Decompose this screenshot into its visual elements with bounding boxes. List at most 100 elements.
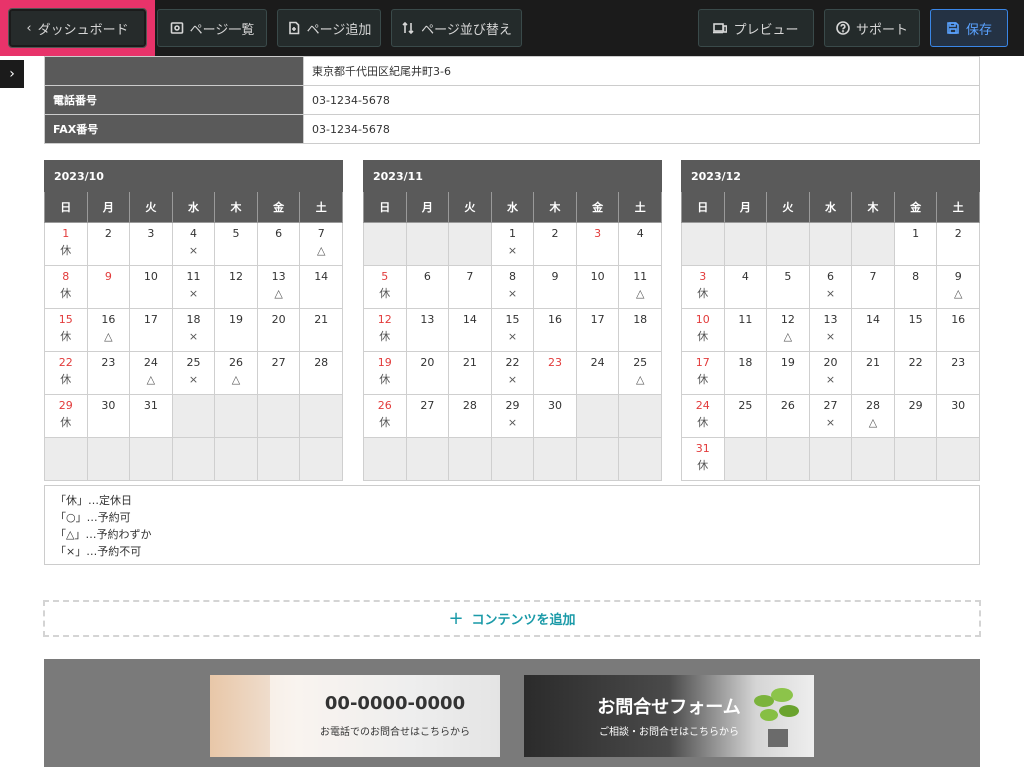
- weekday-header-row: 日月火水木金土: [363, 191, 662, 223]
- day-number: 19: [229, 313, 244, 326]
- day-number: 18: [186, 313, 201, 326]
- day-status-mark: 休: [697, 416, 709, 429]
- calendar-empty-cell: [299, 394, 343, 438]
- calendar-day-cell: 15 ×: [490, 308, 535, 352]
- calendar-day-cell: 22 ×: [490, 351, 535, 395]
- calendar-day-cell: 19: [766, 351, 810, 395]
- day-status-mark: ×: [507, 330, 518, 343]
- calendar-week-row: 3 休 4 5 6 × 7 8 9 △: [681, 265, 980, 309]
- calendar-day-cell: 27 ×: [808, 394, 853, 438]
- support-button[interactable]: サポート: [824, 9, 920, 47]
- page-list-button[interactable]: ページ一覧: [157, 9, 267, 47]
- day-number: 1: [62, 227, 70, 240]
- day-number: 24: [590, 356, 605, 369]
- save-button[interactable]: 保存: [930, 9, 1008, 47]
- calendar-empty-cell: [533, 437, 577, 481]
- calendar-day-cell: 3休: [681, 265, 725, 309]
- day-number: 13: [823, 313, 838, 326]
- day-number: 15: [58, 313, 73, 326]
- calendar-empty-cell: [299, 437, 343, 481]
- day-number: 21: [866, 356, 881, 369]
- calendar-empty-cell: [44, 437, 88, 481]
- calendar-day-cell: 8休: [44, 265, 88, 309]
- calendar-empty-cell: [936, 437, 980, 481]
- day-status-mark: ×: [507, 287, 518, 300]
- calendar-week-row: 17 休 18 19 20 × 21 22 23: [681, 351, 980, 395]
- company-info-table: 東京都千代田区紀尾井町3-6 電話番号 03-1234-5678 FAX番号 0…: [44, 56, 980, 144]
- day-number: 30: [548, 399, 563, 412]
- day-number: 10: [590, 270, 605, 283]
- day-status-mark: 休: [379, 416, 391, 429]
- day-number: 5: [784, 270, 792, 283]
- calendar-day-cell: 31 休: [681, 437, 725, 481]
- calendar-week-row: 12 休 13 14 15 × 16 17 18: [363, 308, 662, 352]
- calendar-day-cell: 17 休: [681, 351, 725, 395]
- calendar-day-cell: 30: [533, 394, 577, 438]
- calendar-empty-cell: [851, 437, 895, 481]
- day-number: 27: [823, 399, 838, 412]
- calendar-day-cell: 26 休: [363, 394, 407, 438]
- calendar-table: 2023/11 日月火水木金土 1 × 2 3 4 5 休 6 7 8 × 9 10 11 △ 12 休 13 14 15…: [363, 160, 662, 481]
- calendar-day-cell: 31: [129, 394, 173, 438]
- day-number: 27: [271, 356, 286, 369]
- calendar-empty-cell: [171, 437, 216, 481]
- table-row: 東京都千代田区紀尾井町3-6: [44, 56, 980, 86]
- phone-value: 03-1234-5678: [303, 85, 980, 115]
- calendar-day-cell: 23: [86, 351, 131, 395]
- weekday-header: 土: [618, 191, 662, 223]
- calendar-day-cell: 29 休: [44, 394, 88, 438]
- preview-button[interactable]: プレビュー: [698, 9, 814, 47]
- footer-area: 00-0000-0000 お電話でのお問合せはこちらから お問合せフォーム ご相…: [44, 659, 980, 767]
- contact-form-banner[interactable]: お問合せフォーム ご相談・お問合せはこちらから: [524, 675, 814, 757]
- calendar-empty-cell: [723, 222, 768, 266]
- add-content-button[interactable]: + コンテンツを追加: [43, 600, 981, 637]
- phone-label: 電話番号: [44, 85, 304, 115]
- calendar-title-row: 2023/12: [681, 160, 980, 192]
- sidebar-toggle-button[interactable]: ›: [0, 60, 24, 88]
- day-status-mark: △: [635, 373, 645, 386]
- calendar-day-cell: 27: [405, 394, 450, 438]
- phone-contact-banner[interactable]: 00-0000-0000 お電話でのお問合せはこちらから: [210, 675, 500, 757]
- calendar-day-cell: 4: [618, 222, 662, 266]
- day-status-mark: ×: [507, 373, 518, 386]
- page-sort-button[interactable]: ページ並び替え: [391, 9, 522, 47]
- day-number: 10: [695, 313, 710, 326]
- day-number: 17: [143, 313, 158, 326]
- day-number: 31: [143, 399, 158, 412]
- calendar-week-row: 1 × 2 3 4: [363, 222, 662, 266]
- calendar-week-row: 22 休 23 24 △ 25 × 26 △ 27 28: [44, 351, 343, 395]
- page-list-icon: [170, 22, 183, 34]
- weekday-header: 水: [808, 191, 853, 223]
- calendar-day-cell: 4: [723, 265, 768, 309]
- calendar-day-cell: 16 △: [86, 308, 131, 352]
- calendar-day-cell: 11 △: [618, 265, 662, 309]
- sort-icon: [402, 21, 414, 35]
- calendar-day-cell: 10: [129, 265, 173, 309]
- calendar-empty-cell: [723, 437, 768, 481]
- calendar-day-cell: 17: [575, 308, 620, 352]
- day-number: 28: [314, 356, 329, 369]
- calendar-day-cell: 5: [766, 265, 810, 309]
- weekday-header: 土: [299, 191, 343, 223]
- page-add-button[interactable]: ページ追加: [277, 9, 381, 47]
- page-list-label: ページ一覧: [189, 22, 255, 38]
- day-number: 7: [869, 270, 877, 283]
- calendar-day-cell: 13 ×: [808, 308, 853, 352]
- calendar-day-cell: 28 △: [851, 394, 895, 438]
- day-number: 5: [232, 227, 240, 240]
- calendar-empty-cell: [256, 437, 301, 481]
- calendar-week-row: 19 休 20 21 22 × 23 24 25 △: [363, 351, 662, 395]
- day-number: 21: [462, 356, 477, 369]
- calendar-day-cell: 30: [86, 394, 131, 438]
- day-number: 4: [189, 227, 197, 240]
- calendar-day-cell: 25 △: [618, 351, 662, 395]
- help-circle-icon: [836, 21, 850, 35]
- day-number: 18: [633, 313, 648, 326]
- calendar-empty-cell: [363, 437, 407, 481]
- dashboard-button[interactable]: ‹ ダッシュボード: [8, 8, 147, 48]
- day-status-mark: ×: [507, 244, 518, 257]
- calendar-day-cell: 14: [299, 265, 343, 309]
- day-number: 25: [738, 399, 753, 412]
- day-number: 4: [636, 227, 644, 240]
- calendar-day-cell: 26: [766, 394, 810, 438]
